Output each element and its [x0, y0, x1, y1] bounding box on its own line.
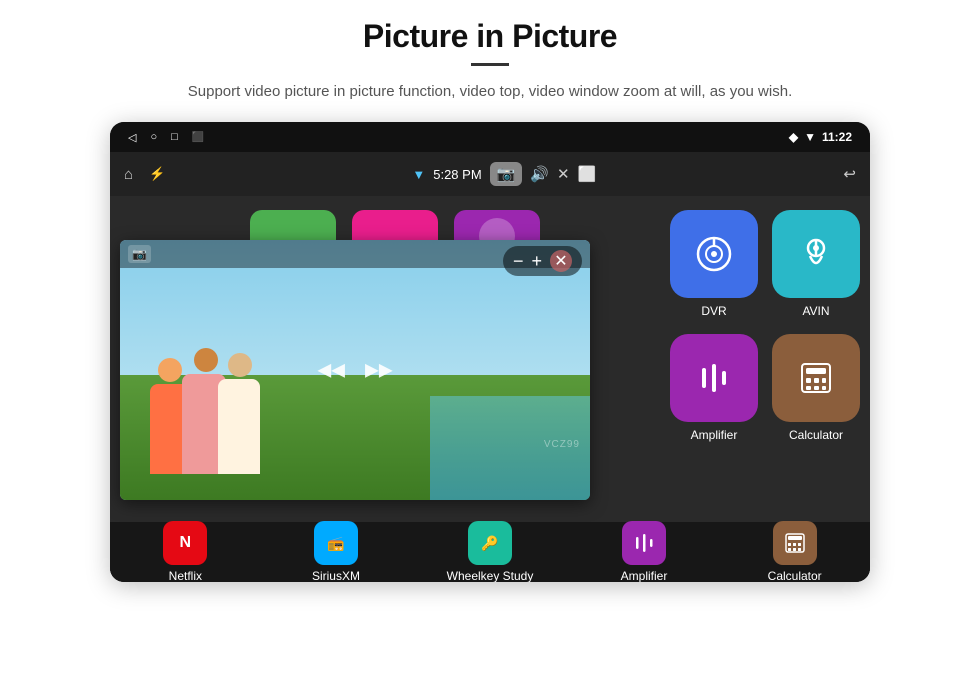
apps-bottom-row: Amplifier: [670, 334, 860, 442]
main-content: DVR AVIN: [110, 196, 870, 582]
avin-label: AVIN: [802, 304, 829, 318]
amplifier-icon-box: [670, 334, 758, 422]
nav-time: 5:28 PM: [433, 167, 481, 182]
nav-center: ▼ 5:28 PM 📷 🔊 ✕ ⬜: [412, 162, 596, 186]
person-3: [218, 353, 260, 474]
volume-icon[interactable]: 🔊: [530, 165, 549, 183]
usb-icon[interactable]: ⚡: [149, 166, 165, 182]
video-people: [150, 348, 260, 474]
bottom-app-siriusxm[interactable]: 📻 SiriusXM: [296, 521, 376, 582]
pip-playback-controls: ◀◀ ▶▶: [317, 360, 392, 381]
bottom-app-amplifier[interactable]: Amplifier: [604, 521, 684, 582]
amplifier-svg: [694, 358, 734, 398]
wheelkey-icon: 🔑: [468, 521, 512, 565]
calculator-svg: [796, 358, 836, 398]
dvr-icon-box: [670, 210, 758, 298]
device-frame: ◁ ○ □ ⬛ ◆ ▼ 11:22 ⌂ ⚡ ▼ 5:28 PM 📷 🔊: [110, 122, 870, 582]
app-dvr[interactable]: DVR: [670, 210, 758, 318]
camera-button[interactable]: 📷: [490, 162, 523, 186]
calculator-bottom-icon: [773, 521, 817, 565]
amplifier-bottom-label: Amplifier: [621, 569, 668, 582]
siriusxm-label: SiriusXM: [312, 569, 360, 582]
pip-forward-button[interactable]: ▶▶: [365, 360, 393, 381]
amplifier-bottom-svg: [632, 531, 656, 555]
apps-top-row: DVR AVIN: [670, 210, 860, 318]
back-icon[interactable]: ↩: [843, 165, 856, 183]
close-icon[interactable]: ✕: [557, 165, 570, 183]
status-time: 11:22: [822, 130, 852, 144]
siriusxm-icon: 📻: [314, 521, 358, 565]
bottom-app-calculator[interactable]: Calculator: [755, 521, 835, 582]
status-bar-left: ◁ ○ □ ⬛: [128, 131, 204, 144]
pip-plus-button[interactable]: +: [531, 251, 542, 272]
netflix-label: Netflix: [169, 569, 202, 582]
pip-rewind-button[interactable]: ◀◀: [317, 360, 345, 381]
avin-icon-box: [772, 210, 860, 298]
amplifier-bottom-icon: [622, 521, 666, 565]
calculator-icon-box: [772, 334, 860, 422]
page-subtitle: Support video picture in picture functio…: [188, 80, 792, 104]
wifi-nav-icon: ▼: [412, 167, 425, 182]
dvr-label: DVR: [701, 304, 726, 318]
pip-resize-controls[interactable]: − + ✕: [503, 246, 582, 276]
calculator-bottom-svg: [783, 531, 807, 555]
pip-camera-icon: 📷: [128, 245, 151, 263]
window-icon[interactable]: ⬜: [578, 165, 597, 183]
calculator-bottom-label: Calculator: [768, 569, 822, 582]
amplifier-label: Amplifier: [691, 428, 738, 442]
bottom-app-netflix[interactable]: N Netflix: [145, 521, 225, 582]
back-nav-icon[interactable]: ◁: [128, 131, 136, 144]
bottom-app-wheelkey[interactable]: 🔑 Wheelkey Study: [447, 521, 534, 582]
bottom-label-strip: N Netflix 📻 SiriusXM 🔑 Wheelkey Study: [110, 522, 870, 582]
title-divider: [471, 63, 509, 66]
status-bar-right: ◆ ▼ 11:22: [789, 130, 852, 144]
status-bar: ◁ ○ □ ⬛ ◆ ▼ 11:22: [110, 122, 870, 152]
netflix-icon: N: [163, 521, 207, 565]
nav-bar: ⌂ ⚡ ▼ 5:28 PM 📷 🔊 ✕ ⬜ ↩: [110, 152, 870, 196]
screenshot-icon[interactable]: ⬛: [192, 132, 204, 143]
wheelkey-label: Wheelkey Study: [447, 569, 534, 582]
right-app-area: DVR AVIN: [670, 210, 860, 442]
avin-svg: [796, 234, 836, 274]
home-nav-icon[interactable]: ○: [150, 131, 157, 143]
nav-right: ↩: [843, 165, 856, 183]
app-amplifier[interactable]: Amplifier: [670, 334, 758, 442]
calculator-label: Calculator: [789, 428, 843, 442]
location-icon: ◆: [789, 130, 798, 144]
pip-minus-button[interactable]: −: [513, 251, 524, 272]
pip-video[interactable]: 📷 − + ✕ ◀◀ ▶▶ VCZ99: [120, 240, 590, 500]
watermark: VCZ99: [544, 439, 580, 450]
app-avin[interactable]: AVIN: [772, 210, 860, 318]
app-calculator[interactable]: Calculator: [772, 334, 860, 442]
wifi-icon: ▼: [804, 130, 816, 144]
recents-nav-icon[interactable]: □: [171, 131, 178, 143]
nav-left: ⌂ ⚡: [124, 166, 165, 183]
pip-close-button[interactable]: ✕: [550, 250, 572, 272]
dvr-svg: [694, 234, 734, 274]
page-title: Picture in Picture: [363, 18, 617, 55]
home-icon[interactable]: ⌂: [124, 166, 133, 183]
